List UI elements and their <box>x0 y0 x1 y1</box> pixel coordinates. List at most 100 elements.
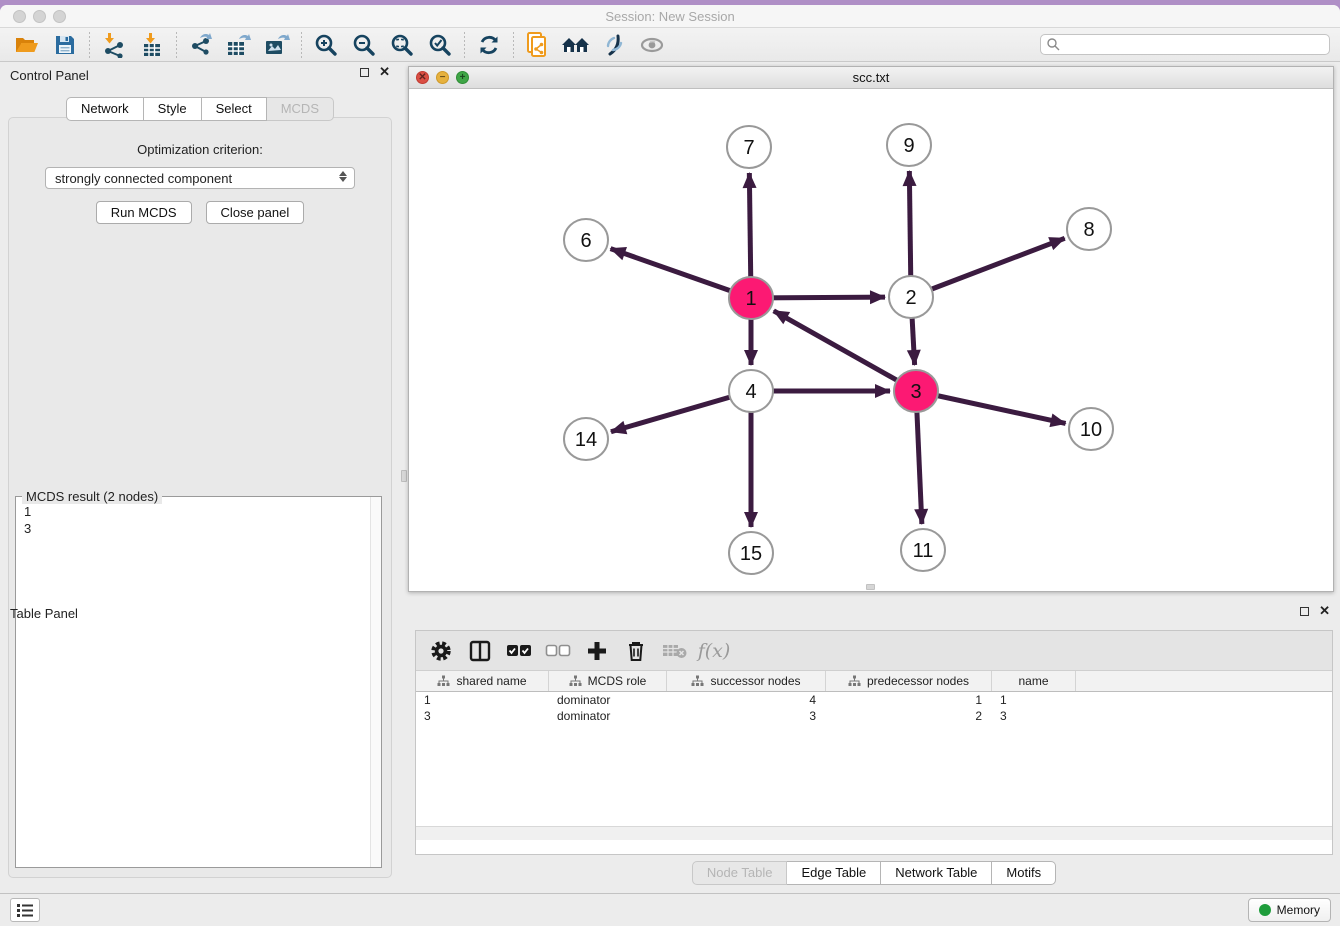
column-header-name[interactable]: name <box>992 671 1076 691</box>
table-cell[interactable]: 1 <box>416 692 549 708</box>
hierarchy-icon <box>569 675 582 687</box>
search-field[interactable] <box>1040 34 1330 55</box>
hierarchy-icon <box>691 675 704 687</box>
table-cell[interactable]: 1 <box>826 692 992 708</box>
control-panel-close-icon[interactable]: ✕ <box>379 67 390 77</box>
network-window-titlebar[interactable]: ✕ − + scc.txt <box>409 67 1333 89</box>
graph-node-label: 3 <box>910 381 921 403</box>
table-cell[interactable]: 4 <box>667 692 826 708</box>
tab-mcds[interactable]: MCDS <box>267 97 334 121</box>
tab-style[interactable]: Style <box>144 97 202 121</box>
graph-node-7[interactable]: 7 <box>727 126 771 168</box>
table-cell[interactable]: 1 <box>992 692 1076 708</box>
graph-node-4[interactable]: 4 <box>729 370 773 412</box>
control-panel-float-icon[interactable] <box>360 68 369 77</box>
control-panel-title: Control Panel <box>10 68 89 83</box>
tab-network[interactable]: Network <box>66 97 144 121</box>
home-layouts-icon[interactable] <box>557 30 595 60</box>
table-cell[interactable]: dominator <box>549 692 667 708</box>
table-cell[interactable]: 3 <box>992 708 1076 724</box>
tab-edge-table[interactable]: Edge Table <box>787 861 881 885</box>
graph-node-6[interactable]: 6 <box>564 219 608 261</box>
table-panel-float-icon[interactable] <box>1300 607 1309 616</box>
tab-select[interactable]: Select <box>202 97 267 121</box>
search-input[interactable] <box>1061 36 1329 53</box>
memory-button[interactable]: Memory <box>1248 898 1331 922</box>
column-header-shared-name[interactable]: shared name <box>416 671 549 691</box>
graph-node-8[interactable]: 8 <box>1067 208 1111 250</box>
graph-node-1[interactable]: 1 <box>729 277 773 319</box>
graph-node-11[interactable]: 11 <box>901 529 945 571</box>
gear-icon[interactable] <box>426 636 456 666</box>
graph-edge-3-1[interactable] <box>774 311 916 391</box>
column-header-label: MCDS role <box>588 674 647 688</box>
delete-column-icon[interactable] <box>621 636 651 666</box>
table-row[interactable]: 3dominator323 <box>416 708 1332 724</box>
unselect-all-columns-icon[interactable] <box>543 636 573 666</box>
table-cell[interactable]: dominator <box>549 708 667 724</box>
criterion-dropdown[interactable]: strongly connected component <box>45 167 355 189</box>
table-tabs: Node TableEdge TableNetwork TableMotifs <box>415 861 1333 885</box>
main-area: Control Panel ✕ NetworkStyleSelectMCDS O… <box>0 62 1340 893</box>
zoom-selected-icon[interactable] <box>421 30 459 60</box>
status-bar: Memory <box>0 893 1340 926</box>
zoom-fit-icon[interactable] <box>383 30 421 60</box>
function-builder-icon-disabled: f(x) <box>699 636 729 666</box>
table-horizontal-scrollbar[interactable] <box>416 826 1332 840</box>
tab-node-table[interactable]: Node Table <box>692 861 788 885</box>
table-cell[interactable]: 2 <box>826 708 992 724</box>
splitter-handle[interactable] <box>401 470 407 482</box>
clone-network-icon[interactable] <box>519 30 557 60</box>
save-icon[interactable] <box>46 30 84 60</box>
graph-node-label: 9 <box>903 135 914 157</box>
task-history-button[interactable] <box>10 898 40 922</box>
memory-label: Memory <box>1277 903 1320 917</box>
run-mcds-button[interactable]: Run MCDS <box>96 201 192 224</box>
import-network-icon[interactable] <box>95 30 133 60</box>
column-header-MCDS-role[interactable]: MCDS role <box>549 671 667 691</box>
hierarchy-icon <box>848 675 861 687</box>
hide-graphics-details-icon[interactable] <box>595 30 633 60</box>
graph-node-15[interactable]: 15 <box>729 532 773 574</box>
add-column-icon[interactable] <box>582 636 612 666</box>
graph-node-label: 1 <box>745 288 756 310</box>
table-box: f(x) shared name MCDS role successor nodes… <box>415 630 1333 855</box>
graph-node-2[interactable]: 2 <box>889 276 933 318</box>
graph-node-14[interactable]: 14 <box>564 418 608 460</box>
toolbar-separator <box>464 32 465 58</box>
export-image-icon[interactable] <box>258 30 296 60</box>
table-cell[interactable]: 3 <box>667 708 826 724</box>
open-folder-icon[interactable] <box>8 30 46 60</box>
network-resize-handle[interactable] <box>866 584 875 590</box>
tab-motifs[interactable]: Motifs <box>992 861 1056 885</box>
select-all-columns-icon[interactable] <box>504 636 534 666</box>
column-header-predecessor-nodes[interactable]: predecessor nodes <box>826 671 992 691</box>
refresh-icon[interactable] <box>470 30 508 60</box>
table-panel-close-icon[interactable]: ✕ <box>1319 606 1330 616</box>
close-panel-button[interactable]: Close panel <box>206 201 305 224</box>
node-table: shared name MCDS role successor nodes prede… <box>416 671 1332 840</box>
column-header-successor-nodes[interactable]: successor nodes <box>667 671 826 691</box>
export-network-icon[interactable] <box>182 30 220 60</box>
graph-edge-2-8[interactable] <box>911 238 1065 297</box>
graph-node-9[interactable]: 9 <box>887 124 931 166</box>
zoom-out-icon[interactable] <box>345 30 383 60</box>
graph-node-label: 14 <box>575 429 597 451</box>
table-cell[interactable]: 3 <box>416 708 549 724</box>
graph-node-3[interactable]: 3 <box>894 370 938 412</box>
import-table-icon[interactable] <box>133 30 171 60</box>
table-panel: Table Panel ✕ <box>0 598 1340 893</box>
split-columns-icon[interactable] <box>465 636 495 666</box>
network-canvas[interactable]: 7 9 6 8 1 2 4 3 14 10 15 11 <box>409 89 1333 583</box>
column-header-label: successor nodes <box>710 674 800 688</box>
graph-node-10[interactable]: 10 <box>1069 408 1113 450</box>
zoom-in-icon[interactable] <box>307 30 345 60</box>
graph-node-label: 6 <box>580 230 591 252</box>
table-row[interactable]: 1dominator411 <box>416 692 1332 708</box>
list-icon <box>16 902 34 918</box>
export-table-icon[interactable] <box>220 30 258 60</box>
delete-table-icon-disabled <box>660 636 690 666</box>
tab-network-table[interactable]: Network Table <box>881 861 992 885</box>
graph-node-label: 15 <box>740 543 762 565</box>
app-titlebar: Session: New Session <box>0 5 1340 28</box>
